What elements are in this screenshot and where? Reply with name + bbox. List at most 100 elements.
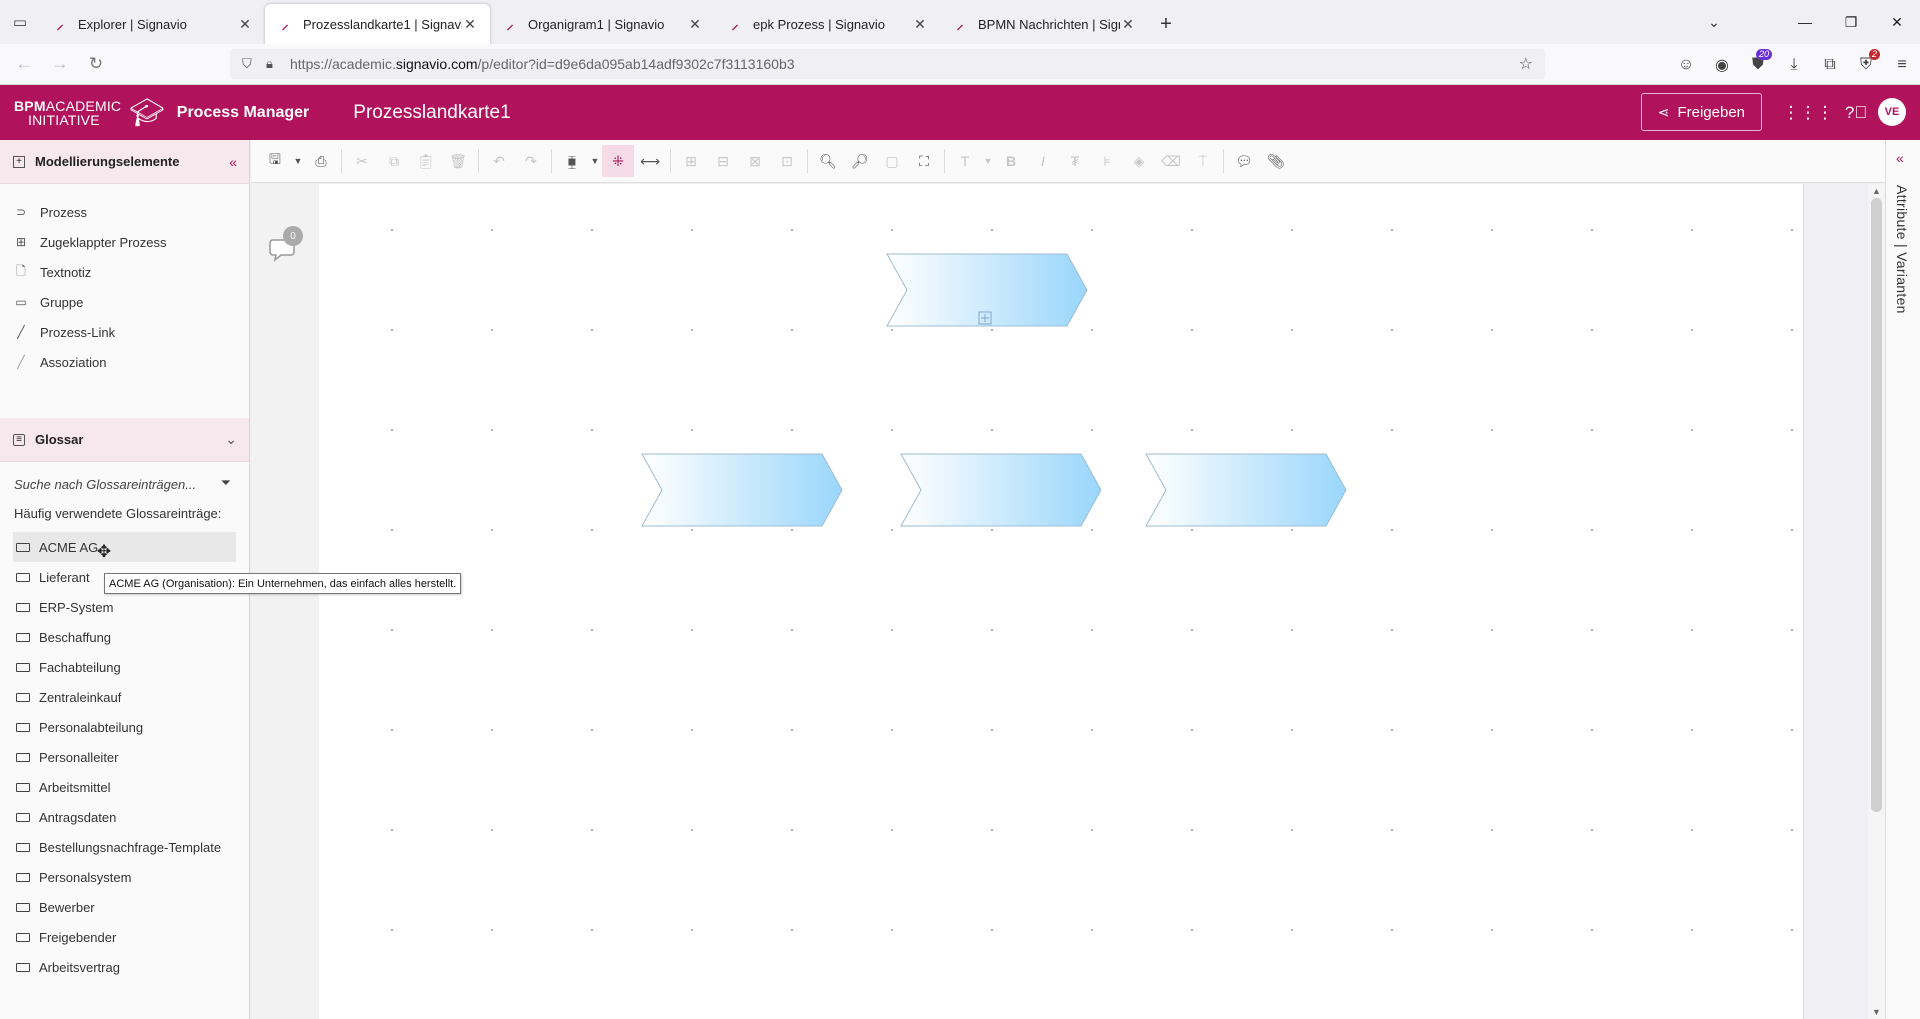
distribute-icon[interactable]: ⟷ [634,145,666,177]
extensions-puzzle-icon[interactable]: ⧉ [1812,49,1848,81]
scrollbar-thumb[interactable] [1871,198,1882,812]
process-shape[interactable] [885,248,1089,332]
bookmark-star-icon[interactable]: ☆ [1519,54,1533,74]
document-title[interactable]: Prozesslandkarte1 [353,102,510,124]
help-icon[interactable]: ?⃝ [1842,99,1870,127]
element-prozess-link[interactable]: ╱ Prozess-Link [0,317,249,347]
close-tab-icon[interactable]: ✕ [237,16,253,33]
close-tab-icon[interactable]: ✕ [1120,16,1136,33]
new-tab-button[interactable]: + [1148,4,1184,44]
forward-icon[interactable]: → [42,48,78,80]
align-icon[interactable]: ⧯ [556,145,588,177]
close-tab-icon[interactable]: ✕ [687,16,703,33]
glossary-item[interactable]: Antragsdaten [13,802,236,832]
attachment-icon[interactable]: 📎︎ [1260,145,1292,177]
ublock-icon[interactable]: ⛨ 2 [1848,48,1884,81]
snap-grid-icon[interactable]: ⁜ [602,145,634,177]
restore-icon[interactable]: ❐ [1828,0,1874,44]
attributes-variants-tab[interactable]: Attribute | Varianten [1894,185,1910,314]
save-icon[interactable]: 🖫︎ [259,145,291,177]
text-style-icon[interactable]: ₮ [1059,145,1091,177]
zoom-out-icon[interactable]: 🔎︎ [844,145,876,177]
glossary-item[interactable]: ACME AG [13,532,236,562]
browser-tab-organigram[interactable]: ⸝ Organigram1 | Signavio ✕ [490,4,715,44]
font-size-icon[interactable]: T [949,145,981,177]
italic-icon[interactable]: I [1027,145,1059,177]
layout-1-icon[interactable]: ⊞ [675,145,707,177]
paste-icon[interactable]: 📋︎ [410,145,442,177]
comment-icon[interactable]: 💬︎ [1228,145,1260,177]
scroll-down-icon[interactable]: ▼ [1868,1007,1885,1017]
close-tab-icon[interactable]: ✕ [462,16,478,33]
filter-icon[interactable]: ⏷ [221,475,231,491]
layout-3-icon[interactable]: ⊠ [739,145,771,177]
layout-2-icon[interactable]: ⊟ [707,145,739,177]
collapse-sidebar-icon[interactable]: « [229,154,237,170]
glossary-header[interactable]: ≡ Glossar ⌄ [0,418,249,462]
process-shape[interactable] [899,448,1103,532]
glossary-item[interactable]: Freigebender [13,922,236,952]
glossary-item[interactable]: Zentraleinkauf [13,682,236,712]
close-tab-icon[interactable]: ✕ [912,16,928,33]
app-grid-icon[interactable]: ⋮⋮⋮ [1783,99,1834,127]
glossary-item[interactable]: Arbeitsmittel [13,772,236,802]
process-shape[interactable] [1144,448,1348,532]
glossary-item[interactable]: Arbeitsvertrag [13,952,236,982]
element-gruppe[interactable]: ▭ Gruppe [0,287,249,317]
extension-shield-icon[interactable]: ⛊ 20 [1740,48,1776,81]
avatar[interactable]: VE [1878,98,1906,126]
scroll-up-icon[interactable]: ▲ [1868,186,1885,196]
chevron-down-icon[interactable]: ⌄ [1694,0,1734,44]
browser-tab-explorer[interactable]: ⸝ Explorer | Signavio ✕ [40,4,265,44]
back-icon[interactable]: ← [6,48,42,80]
element-prozess[interactable]: ⊃ Prozess [0,197,249,227]
browser-tab-epk[interactable]: ⸝ epk Prozess | Signavio ✕ [715,4,940,44]
minimize-icon[interactable]: — [1782,0,1828,44]
modeling-elements-header[interactable]: + Modellierungselemente « [0,140,249,184]
glossary-item[interactable]: Personalabteilung [13,712,236,742]
align-dropdown-icon[interactable]: ▼ [588,145,602,177]
browser-tab-bpmn[interactable]: ⸝ BPMN Nachrichten | Signavio ✕ [940,4,1148,44]
glossary-item[interactable]: Beschaffung [13,622,236,652]
element-textnotiz[interactable]: 🗋︎ Textnotiz [0,257,249,287]
canvas-scrollbar[interactable]: ▲ ▼ [1868,184,1885,1019]
undo-icon[interactable]: ↶ [483,145,515,177]
zoom-actual-icon[interactable]: ▢ [876,145,908,177]
copy-icon[interactable]: ⧉ [378,145,410,177]
fill-color-icon[interactable]: ◈ [1123,145,1155,177]
format-painter-icon[interactable]: ⍑ [1187,145,1219,177]
delete-icon[interactable]: 🗑︎ [442,145,474,177]
zoom-in-icon[interactable]: 🔍︎ [812,145,844,177]
glossary-item[interactable]: Bestellungsnachfrage-Template [13,832,236,862]
redo-icon[interactable]: ↷ [515,145,547,177]
browser-tab-prozesslandkarte[interactable]: ⸝ Prozesslandkarte1 | Signavio ✕ [265,4,490,44]
reload-icon[interactable]: ↻ [78,48,114,80]
save-dropdown-icon[interactable]: ▼ [291,145,305,177]
print-icon[interactable]: ⎙ [305,145,337,177]
zoom-fit-icon[interactable]: ⛶ [908,145,940,177]
close-window-icon[interactable]: ✕ [1874,0,1920,44]
share-button[interactable]: ⋖ Freigeben [1640,93,1762,131]
process-shape[interactable] [640,448,844,532]
text-align-icon[interactable]: ⊧ [1091,145,1123,177]
url-bar[interactable]: ⛉ 🔒︎ https://academic. signavio.com/p/edi… [230,49,1545,79]
diagram-canvas[interactable] [319,184,1804,1019]
glossary-item[interactable]: ERP-System [13,592,236,622]
account-icon[interactable]: ☺ [1668,49,1704,81]
menu-icon[interactable]: ≡ [1884,49,1920,81]
privacy-extension-icon[interactable]: ◉ [1704,49,1740,81]
glossary-item[interactable]: Bewerber [13,892,236,922]
download-icon[interactable]: ⤓ [1776,49,1812,81]
glossary-search-input[interactable] [14,476,214,492]
element-zugeklappter-prozess[interactable]: ⊞ Zugeklappter Prozess [0,227,249,257]
font-dropdown-icon[interactable]: ▼ [981,145,995,177]
cut-icon[interactable]: ✂ [346,145,378,177]
lock-icon[interactable]: 🔒︎ [266,56,290,72]
bold-icon[interactable]: B [995,145,1027,177]
eraser-icon[interactable]: ⌫ [1155,145,1187,177]
glossary-item[interactable]: Fachabteilung [13,652,236,682]
shield-icon[interactable]: ⛉ [242,56,266,72]
glossary-item[interactable]: Personalleiter [13,742,236,772]
element-assoziation[interactable]: ╱ Assoziation [0,347,249,377]
tab-list-icon[interactable]: ▭ [0,0,40,44]
